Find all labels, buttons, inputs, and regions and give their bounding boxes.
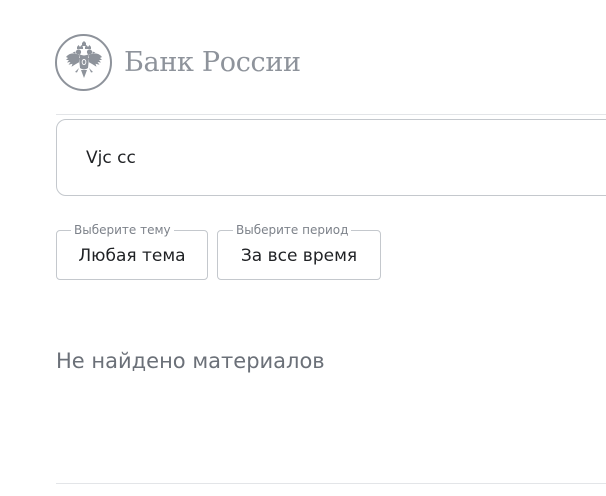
period-filter-select[interactable]: Выберите период За все время [217, 222, 381, 280]
search-box[interactable] [56, 119, 606, 196]
period-filter-value: За все время [240, 246, 358, 266]
site-header: Банк России [55, 32, 301, 92]
no-results-message: Не найдено материалов [56, 349, 325, 373]
brand-name[interactable]: Банк России [124, 47, 301, 78]
search-page: Банк России Выберите тему Любая тема Выб… [0, 0, 606, 496]
topic-filter-select[interactable]: Выберите тему Любая тема [56, 222, 208, 280]
period-filter-legend: Выберите период [233, 222, 352, 238]
logo-link[interactable] [55, 33, 112, 91]
topic-filter-legend: Выберите тему [71, 222, 174, 238]
header-divider [56, 114, 606, 115]
footer-divider [56, 483, 606, 484]
double-headed-eagle-icon [65, 41, 102, 78]
search-input[interactable] [86, 147, 566, 168]
topic-filter-value: Любая тема [78, 246, 186, 266]
